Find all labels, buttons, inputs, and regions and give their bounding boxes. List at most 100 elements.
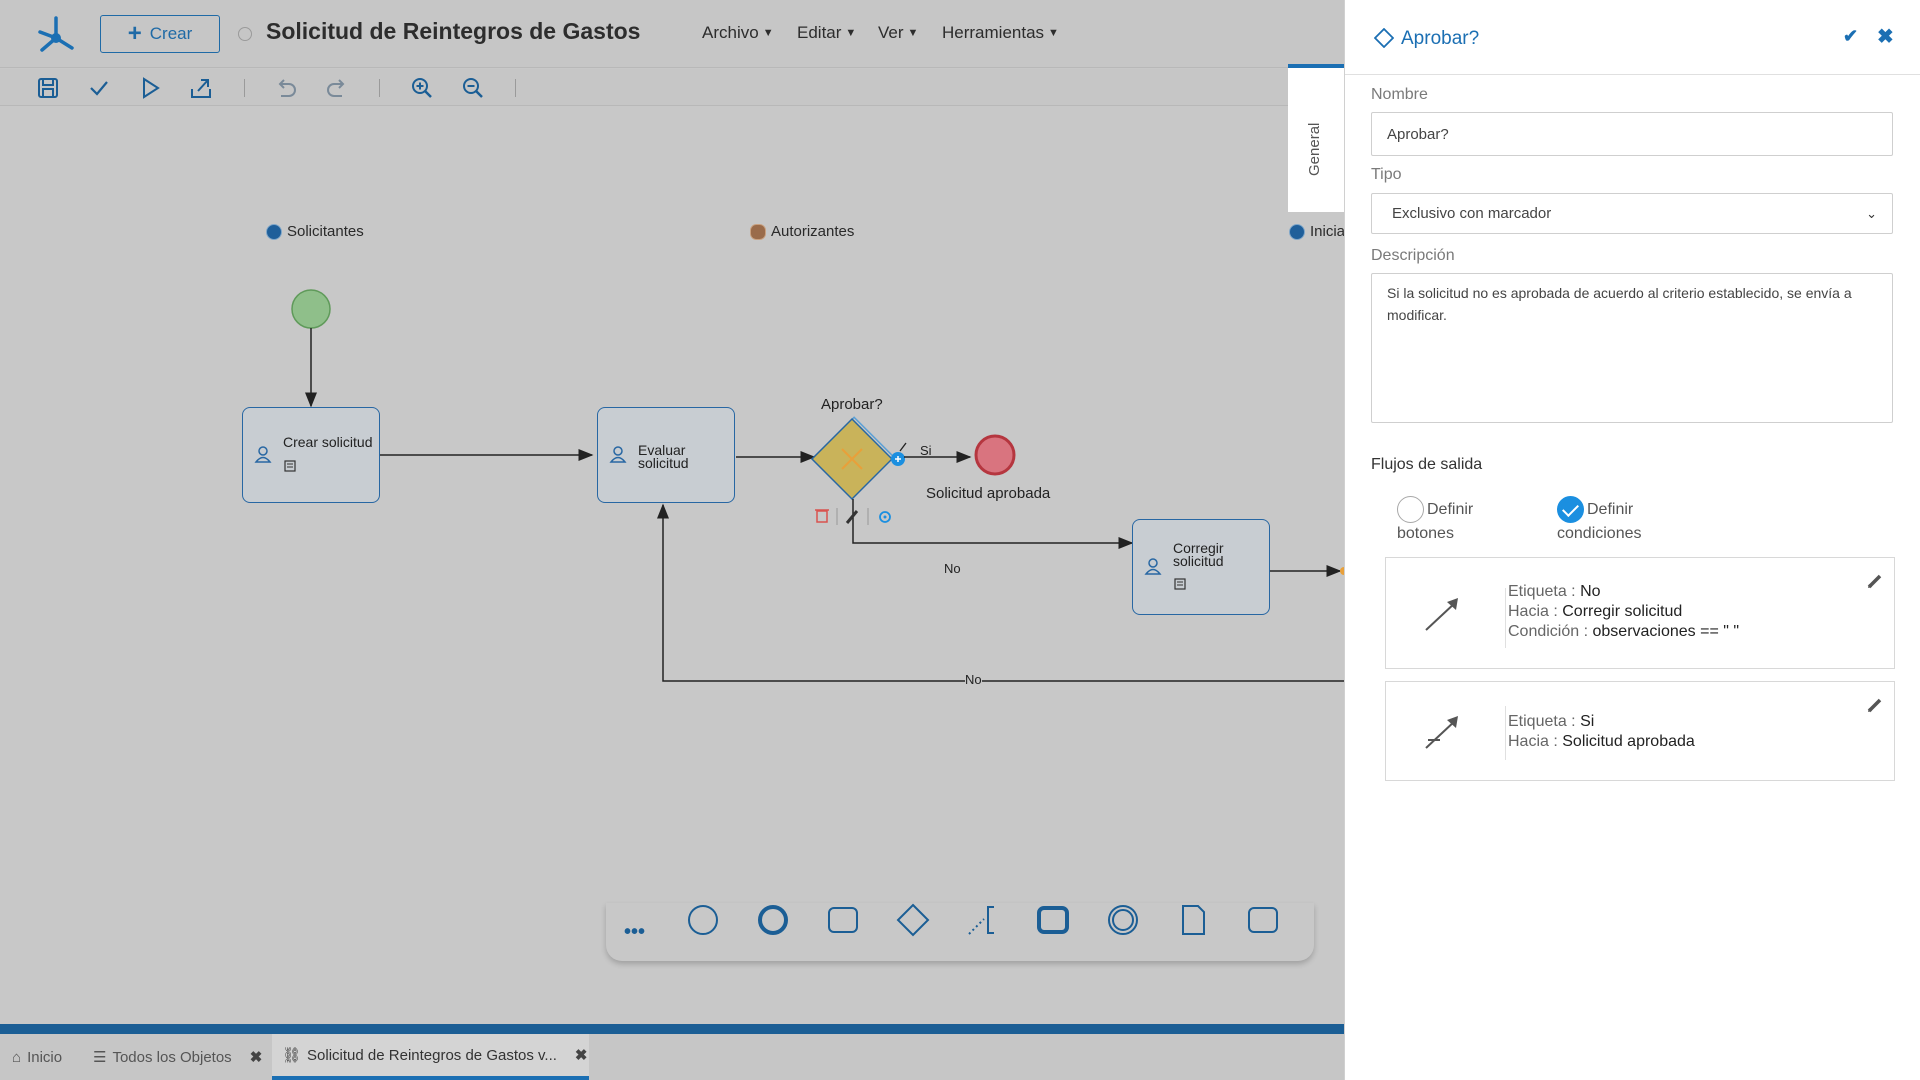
lane-inicia[interactable]: Inicia — [1289, 223, 1345, 240]
task-label: Crear solicitud — [283, 434, 373, 450]
flow-card-no[interactable]: Etiqueta : No Hacia : Corregir solicitud… — [1385, 557, 1895, 669]
create-button[interactable]: + Crear — [100, 15, 220, 53]
subprocess-shape-icon[interactable] — [1036, 903, 1070, 937]
annotation-shape-icon[interactable] — [966, 903, 1000, 937]
tab-solicitud[interactable]: ⛓ Solicitud de Reintegros de Gastos v... ✖ — [272, 1034, 589, 1080]
toolbar-divider — [515, 79, 516, 97]
card-divider — [1505, 588, 1506, 648]
gateway-shape-icon[interactable] — [896, 903, 930, 937]
chevron-down-icon: ▼ — [845, 27, 857, 39]
flow-label-no: No — [944, 561, 961, 576]
close-icon[interactable]: ✖ — [1877, 24, 1894, 49]
task-corregir-solicitud[interactable]: Corregir solicitud — [1132, 519, 1270, 615]
lane-label: Autorizantes — [771, 223, 855, 240]
radio-label-line2: condiciones — [1557, 525, 1642, 542]
sequence-flow-no[interactable] — [852, 499, 1134, 549]
group-shape-icon[interactable] — [1246, 903, 1280, 937]
edit-pencil-icon[interactable] — [845, 510, 859, 524]
tab-label: Todos los Objetos — [112, 1048, 232, 1066]
document-title: Solicitud de Reintegros de Gastos — [266, 18, 641, 44]
hacia-key: Hacia : — [1508, 733, 1558, 750]
tab-inicio[interactable]: ⌂ Inicio — [12, 1034, 62, 1080]
menu-archivo[interactable]: Archivo ▼ — [702, 23, 774, 43]
nombre-value: Aprobar? — [1387, 125, 1449, 143]
edit-pencil-icon[interactable] — [1866, 696, 1884, 714]
undo-icon[interactable] — [273, 75, 299, 101]
end-event-label: Solicitud aprobada — [926, 485, 1051, 502]
descripcion-label: Descripción — [1371, 247, 1455, 264]
gateway-diamond-icon — [1374, 28, 1394, 48]
tab-label: Solicitud de Reintegros de Gastos v... — [307, 1046, 557, 1064]
radio-definir-botones[interactable] — [1397, 496, 1424, 523]
close-tab-icon[interactable]: ✖ — [250, 1048, 263, 1066]
person-icon — [750, 223, 766, 240]
condicion-value: observaciones == " " — [1592, 623, 1740, 640]
properties-panel: Aprobar? ✔ ✖ Nombre Aprobar? Tipo Exclus… — [1344, 0, 1920, 1080]
descripcion-textarea[interactable]: Si la solicitud no es aprobada de acuerd… — [1371, 273, 1893, 423]
intermediate-event-shape-icon[interactable] — [1106, 903, 1140, 937]
radio-label-line1: Definir — [1427, 501, 1474, 518]
play-icon[interactable] — [137, 75, 163, 101]
lane-solicitantes[interactable]: Solicitantes — [266, 223, 364, 240]
gear-icon[interactable] — [879, 511, 891, 523]
zoom-out-icon[interactable] — [460, 75, 486, 101]
task-label-line2: solicitud — [1173, 553, 1224, 569]
form-icon — [1174, 578, 1186, 590]
delete-icon[interactable] — [815, 509, 829, 523]
descripcion-value: Si la solicitud no es aprobada de acuerd… — [1387, 285, 1852, 323]
menu-herramientas[interactable]: Herramientas ▼ — [942, 23, 1059, 43]
app-logo-icon[interactable] — [36, 14, 76, 54]
confirm-check-icon[interactable]: ✔ — [1843, 26, 1858, 47]
panel-title: Aprobar? — [1401, 28, 1480, 49]
data-object-shape-icon[interactable] — [1176, 903, 1210, 937]
edit-pencil-icon[interactable] — [1866, 572, 1884, 590]
panel-tab-general[interactable]: General — [1288, 64, 1346, 212]
chevron-down-icon: ▼ — [907, 27, 919, 39]
flow-label-si: Si — [920, 443, 932, 458]
menu-label: Ver — [878, 23, 904, 42]
flow-details: Etiqueta : No Hacia : Corregir solicitud… — [1508, 582, 1739, 642]
gateway-label: Aprobar? — [821, 396, 883, 413]
flow-card-si[interactable]: Etiqueta : Si Hacia : Solicitud aprobada — [1385, 681, 1895, 781]
diagram-canvas[interactable]: Solicitantes Autorizantes Inicia Crear s… — [0, 107, 1345, 1024]
hacia-value: Solicitud aprobada — [1562, 733, 1695, 750]
plus-icon: + — [127, 20, 142, 47]
group-icon — [1289, 223, 1305, 240]
zoom-in-icon[interactable] — [409, 75, 435, 101]
task-shape-icon[interactable] — [826, 903, 860, 937]
end-event-shape-icon[interactable] — [756, 903, 790, 937]
horizontal-scrollbar[interactable] — [0, 1024, 1344, 1034]
check-icon[interactable] — [86, 75, 112, 101]
tipo-select[interactable]: Exclusivo con marcador ⌄ — [1371, 193, 1893, 234]
flow-label-no-loop: No — [965, 672, 982, 687]
redo-icon[interactable] — [324, 75, 350, 101]
menu-ver[interactable]: Ver ▼ — [878, 23, 918, 43]
tipo-value: Exclusivo con marcador — [1392, 205, 1552, 222]
etiqueta-key: Etiqueta : — [1508, 583, 1576, 600]
task-crear-solicitud[interactable]: Crear solicitud — [242, 407, 380, 503]
etiqueta-value: No — [1580, 583, 1601, 600]
end-event[interactable] — [974, 434, 1016, 476]
editor-app: + Crear Solicitud de Reintegros de Gasto… — [0, 0, 1345, 1080]
start-event-shape-icon[interactable] — [686, 903, 720, 937]
chevron-down-icon: ▼ — [1048, 27, 1059, 39]
nombre-field[interactable]: Aprobar? — [1371, 112, 1893, 156]
radio-definir-condiciones[interactable] — [1557, 496, 1584, 523]
close-tab-icon[interactable]: ✖ — [575, 1046, 588, 1064]
tipo-label: Tipo — [1371, 166, 1402, 183]
tab-todos-los-objetos[interactable]: ☰ Todos los Objetos ✖ — [93, 1034, 262, 1080]
hacia-value: Corregir solicitud — [1562, 603, 1683, 620]
menu-editar[interactable]: Editar ▼ — [797, 23, 856, 43]
export-icon[interactable] — [188, 75, 214, 101]
flow-details: Etiqueta : Si Hacia : Solicitud aprobada — [1508, 712, 1695, 752]
task-evaluar-solicitud[interactable]: Evaluar solicitud — [597, 407, 735, 503]
more-icon[interactable]: ••• — [624, 921, 645, 944]
user-task-icon — [254, 446, 272, 463]
save-icon[interactable] — [35, 75, 61, 101]
start-event[interactable] — [291, 289, 331, 329]
menu-label: Archivo — [702, 23, 759, 42]
diagram-icon: ⛓ — [282, 1047, 302, 1064]
lane-autorizantes[interactable]: Autorizantes — [750, 223, 854, 240]
task-label-line2: solicitud — [638, 455, 689, 471]
top-bar: + Crear Solicitud de Reintegros de Gasto… — [0, 0, 1344, 68]
